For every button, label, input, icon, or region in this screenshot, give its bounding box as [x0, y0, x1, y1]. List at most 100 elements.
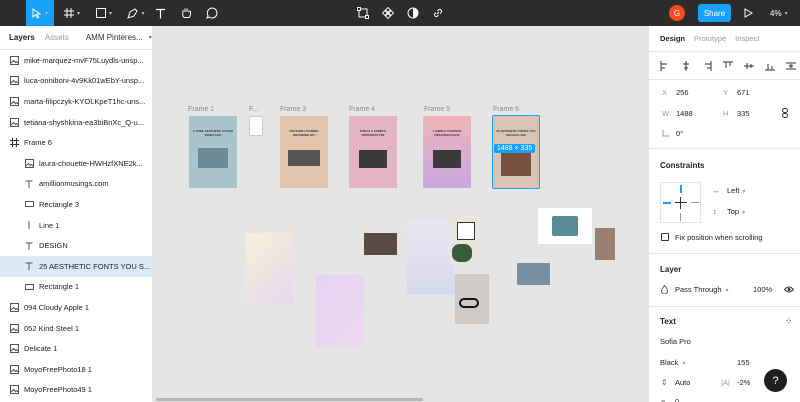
mask-button[interactable] — [405, 0, 421, 26]
layer-row[interactable]: 052 Kind Steel 1 — [0, 318, 152, 339]
layer-row[interactable]: marta-filipczyk-KYOLKpeT1hc-uns... — [0, 91, 152, 112]
share-button[interactable]: Share — [698, 4, 731, 22]
frame-label[interactable]: Frame 4 — [349, 106, 375, 113]
frame-4-pin[interactable]: THIS IS A SAMPLE PINTEREST PIN — [349, 116, 397, 188]
x-input[interactable]: 256 — [676, 88, 689, 97]
move-tool-button[interactable]: ▾ — [26, 0, 54, 26]
tab-prototype[interactable]: Prototype — [694, 34, 726, 43]
frame-label[interactable]: Frame 3 — [280, 106, 306, 113]
zoom-dropdown[interactable]: 4% ▾ — [770, 0, 788, 26]
layer-row[interactable]: 25 AESTHETIC FONTS YOU S... — [0, 255, 152, 277]
layer-row[interactable]: MoyoFreePhoto49 1 — [0, 380, 152, 401]
comment-tool-button[interactable] — [204, 0, 220, 26]
layer-row[interactable]: MoyoFreePhoto18 1 — [0, 359, 152, 380]
frame-label[interactable]: Frame 1 — [188, 106, 214, 113]
constraints-widget[interactable] — [660, 182, 701, 223]
layer-row[interactable]: Rectangle 3 — [0, 194, 152, 215]
fix-position-checkbox[interactable] — [661, 233, 669, 241]
component-button[interactable] — [355, 0, 371, 26]
shape-tool-button[interactable]: ▾ — [92, 0, 116, 26]
layer-row[interactable]: tetiana-shyshkina-ea3biBnXc_Q-u... — [0, 112, 152, 133]
horizontal-scrollbar[interactable] — [156, 398, 423, 401]
photo-thumbnail[interactable] — [595, 228, 615, 260]
photo-thumbnail[interactable] — [538, 208, 592, 244]
align-center-horizontal-icon[interactable] — [681, 60, 691, 71]
text-tool-button[interactable] — [152, 0, 168, 26]
frame-2-pin[interactable] — [249, 116, 263, 136]
tab-layers[interactable]: Layers — [9, 33, 35, 42]
text-styles-icon[interactable]: ⁘ — [785, 316, 793, 327]
layer-row[interactable]: 094 Cloudy Apple 1 — [0, 297, 152, 318]
constraint-right[interactable] — [691, 202, 699, 203]
chevron-down-icon: ▾ — [76, 10, 80, 17]
horizontal-constraint-icon: ↔ — [712, 186, 720, 195]
font-family-select[interactable]: Sofia Pro — [660, 337, 691, 346]
opacity-input[interactable]: 100% — [753, 285, 772, 294]
layer-row[interactable]: mike-marquez-mvF75Luydls-unsp... — [0, 50, 152, 71]
frame-label[interactable]: Frame 5 — [424, 106, 450, 113]
gradient-image[interactable] — [316, 275, 364, 347]
tab-design[interactable]: Design — [660, 34, 685, 43]
photo-thumbnail[interactable] — [517, 263, 550, 285]
contrast-icon — [407, 7, 419, 19]
frame-5-pin[interactable]: 1 SIMPLE CONTENT CREATION HACK! — [423, 116, 471, 188]
align-bottom-icon[interactable] — [765, 61, 775, 71]
y-input[interactable]: 671 — [737, 88, 750, 97]
constraint-top[interactable] — [680, 185, 682, 193]
height-input[interactable]: 335 — [737, 109, 750, 118]
paragraph-spacing-input[interactable]: 0 — [675, 397, 679, 402]
layer-row[interactable]: luca-onniboni-4v9Kk01wEbY-unsp... — [0, 71, 152, 92]
chevron-down-icon: ▾ — [742, 189, 746, 195]
rotation-input[interactable]: 0° — [676, 129, 683, 138]
present-button[interactable] — [742, 0, 754, 26]
line-height-input[interactable]: Auto — [675, 378, 690, 387]
frame-label[interactable]: Frame 6 — [493, 106, 519, 113]
align-center-vertical-icon[interactable] — [744, 61, 754, 71]
width-input[interactable]: 1488 — [676, 109, 693, 118]
tab-inspect[interactable]: Inspect — [735, 34, 759, 43]
link-button[interactable] — [430, 0, 446, 26]
properties-panel: Design Prototype Inspect X 256 Y 671 W 1… — [648, 26, 800, 402]
align-left-icon[interactable] — [660, 60, 670, 71]
avatar[interactable]: G — [669, 5, 685, 21]
layer-row[interactable]: Delicate 1 — [0, 338, 152, 359]
constraint-center-v[interactable] — [680, 197, 681, 209]
layer-row[interactable]: Rectangle 1 — [0, 277, 152, 298]
page-selector[interactable]: AMM Pinteres... — [86, 33, 143, 42]
pen-tool-button[interactable]: ▾ — [124, 0, 148, 26]
tab-assets[interactable]: Assets — [45, 33, 69, 42]
layer-row[interactable]: amillionmusings.com — [0, 174, 152, 195]
align-right-icon[interactable] — [702, 60, 712, 71]
layer-row[interactable]: DESIGN — [0, 235, 152, 256]
gradient-image[interactable] — [407, 222, 455, 294]
canvas[interactable]: Frame 1 F... Frame 3 Frame 4 Frame 5 Fra… — [153, 26, 648, 402]
constraint-left[interactable] — [663, 202, 671, 204]
align-top-icon[interactable] — [723, 61, 733, 71]
help-button[interactable]: ? — [764, 369, 787, 392]
distribute-icon[interactable] — [786, 61, 796, 71]
create-component-button[interactable] — [380, 0, 396, 26]
photo-thumbnail[interactable] — [364, 233, 397, 255]
font-size-input[interactable]: 155 — [737, 358, 750, 367]
frame-3-pin[interactable]: YOUTUBE CHANNEL BRANDING KIT — [280, 116, 328, 188]
photo-thumbnail[interactable] — [455, 274, 489, 324]
rectangle-icon — [24, 283, 34, 291]
eye-icon[interactable] — [784, 286, 794, 293]
photo-thumbnail[interactable] — [449, 214, 482, 264]
letter-spacing-input[interactable]: -2% — [737, 378, 750, 387]
constraint-bottom[interactable] — [680, 213, 681, 221]
layer-row[interactable]: laura-chouette-HWHzfXNE2k... — [0, 153, 152, 174]
horizontal-constraint-select[interactable]: Left ▾ — [727, 186, 746, 195]
vertical-constraint-select[interactable]: Top ▾ — [727, 207, 745, 216]
frame-label[interactable]: F... — [249, 106, 258, 113]
constrain-proportions-icon[interactable] — [781, 108, 789, 118]
layer-row[interactable]: Line 1 — [0, 215, 152, 236]
font-weight-select[interactable]: Black ▾ — [660, 358, 685, 367]
constraint-center-h[interactable] — [675, 202, 687, 203]
blend-mode-select[interactable]: Pass Through ▾ — [675, 285, 729, 294]
frame-tool-button[interactable]: ▾ — [60, 0, 84, 26]
frame-1-pin[interactable]: A FREE AESTHETIC OUTRO TEMPLATE! — [189, 116, 237, 188]
layer-row[interactable]: Frame 6 — [0, 132, 152, 153]
gradient-image[interactable] — [245, 233, 293, 305]
hand-tool-button[interactable] — [178, 0, 194, 26]
